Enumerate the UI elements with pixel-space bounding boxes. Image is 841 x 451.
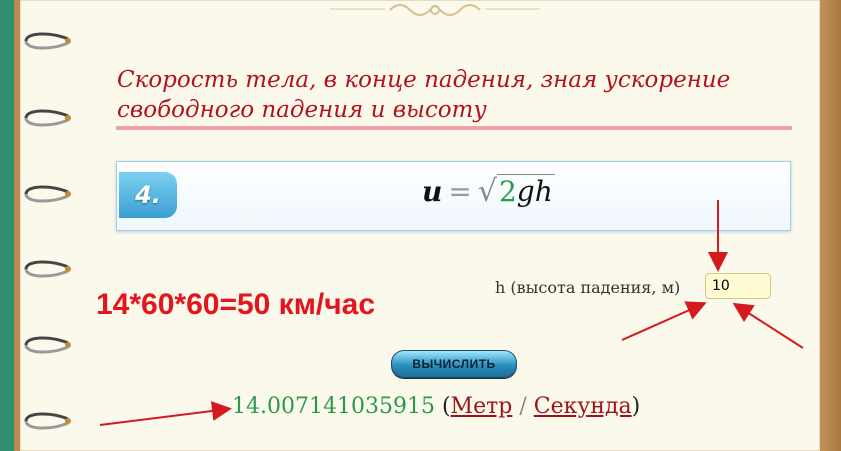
formula-radicand: 2gh	[496, 174, 555, 208]
title-underline	[116, 126, 792, 130]
formula-variables: gh	[516, 175, 553, 208]
unit-time-link[interactable]: Секунда	[534, 394, 632, 419]
notebook-right-edge	[820, 0, 841, 451]
page-title: Скорость тела, в конце падения, зная уск…	[117, 67, 731, 123]
result-open-paren: (	[441, 394, 451, 419]
result-close-paren: )	[631, 394, 641, 419]
calculate-button[interactable]: ВЫЧИСЛИТЬ	[391, 350, 517, 378]
result-line: 14.007141035915 (Метр / Секунда)	[232, 394, 640, 419]
spiral-ring-icon	[24, 109, 71, 127]
spiral-ring-icon	[24, 412, 71, 430]
formula-number-badge: 4.	[119, 172, 177, 218]
height-label: h (высота падения, м)	[495, 278, 681, 297]
result-value: 14.007141035915	[232, 394, 435, 419]
unit-separator: /	[519, 394, 527, 419]
height-input[interactable]	[705, 273, 771, 299]
formula: u = √2gh	[422, 174, 555, 209]
formula-coefficient: 2	[498, 175, 517, 208]
handwritten-annotation: 14*60*60=50 км/час	[96, 288, 376, 321]
sqrt-icon: √	[477, 174, 497, 209]
spiral-ring-icon	[24, 32, 71, 50]
unit-distance-link[interactable]: Метр	[451, 394, 513, 419]
spiral-ring-icon	[24, 336, 71, 354]
formula-equals: =	[448, 175, 472, 208]
notebook-binding	[0, 0, 14, 451]
page-ornament	[330, 0, 540, 22]
formula-box: 4. u = √2gh	[116, 161, 791, 231]
spiral-ring-icon	[24, 185, 71, 203]
spiral-ring-icon	[24, 260, 71, 278]
formula-lhs: u	[422, 175, 443, 208]
